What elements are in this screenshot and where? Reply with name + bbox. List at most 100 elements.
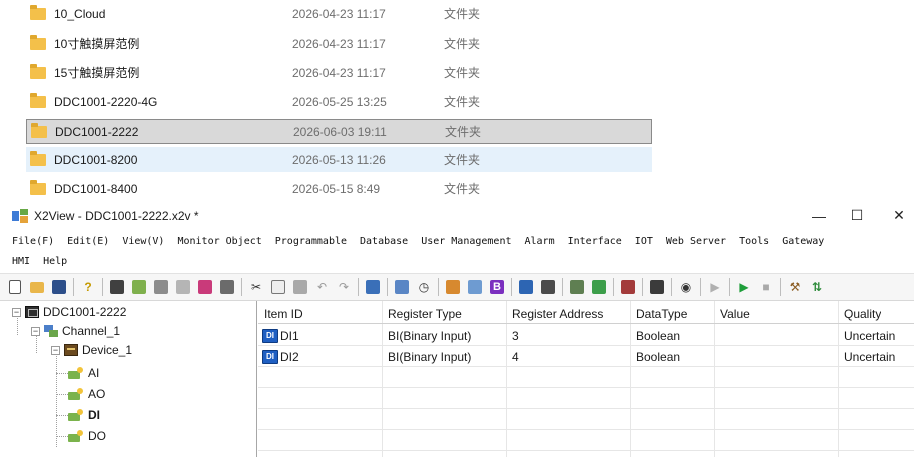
- register-type-cell: BI(Binary Input): [388, 349, 472, 364]
- tree-node-device[interactable]: − Device_1: [51, 341, 132, 359]
- window-icon[interactable]: [539, 278, 557, 296]
- open-folder-icon[interactable]: [28, 278, 46, 296]
- table-row[interactable]: DI DI1 BI(Binary Input) 3 Boolean Uncert…: [258, 325, 914, 346]
- collapse-toggle[interactable]: −: [51, 345, 60, 355]
- undo-icon[interactable]: ↶: [313, 278, 331, 296]
- tree-connector: [56, 351, 57, 447]
- menu-monitor-object[interactable]: Monitor Object: [177, 236, 261, 247]
- file-type: 文件夹: [445, 125, 482, 139]
- file-name: DDC1001-8400: [54, 181, 138, 196]
- alarm-icon[interactable]: [590, 278, 608, 296]
- collapse-toggle[interactable]: −: [12, 307, 21, 317]
- menu-view[interactable]: View(V): [122, 236, 164, 247]
- toolbar-separator: [729, 278, 730, 296]
- menu-programmable[interactable]: Programmable: [275, 236, 347, 247]
- column-header-value[interactable]: Value: [720, 303, 750, 324]
- tree-node-label: Device_1: [82, 343, 133, 357]
- database-icon[interactable]: [466, 278, 484, 296]
- close-button[interactable]: ✕: [876, 202, 914, 229]
- file-row-10-cloud[interactable]: 10_Cloud 2026-04-23 11:17 文件夹: [26, 1, 652, 26]
- cut-icon[interactable]: ✂: [247, 278, 265, 296]
- tree-node-project[interactable]: − DDC1001-2222: [12, 303, 126, 321]
- item-grid: Item ID Register Type Register Address D…: [258, 301, 914, 457]
- tag-group-icon: [68, 430, 84, 442]
- tree-node-ao[interactable]: AO: [68, 385, 105, 403]
- menu-gateway[interactable]: Gateway: [782, 236, 824, 247]
- table-row[interactable]: DI DI2 BI(Binary Input) 4 Boolean Uncert…: [258, 346, 914, 367]
- save-icon[interactable]: [50, 278, 68, 296]
- column-header-register-address[interactable]: Register Address: [512, 303, 603, 324]
- monitor-icon[interactable]: [364, 278, 382, 296]
- menu-database[interactable]: Database: [360, 236, 408, 247]
- script-icon[interactable]: [444, 278, 462, 296]
- maximize-button[interactable]: ☐: [834, 202, 880, 229]
- menu-iot[interactable]: IOT: [635, 236, 653, 247]
- transfer-icon[interactable]: ⇅: [808, 278, 826, 296]
- file-row-ddc1001-8400[interactable]: DDC1001-8400 2026-05-15 8:49 文件夹: [26, 176, 652, 201]
- play-outline-icon[interactable]: ▶: [706, 278, 724, 296]
- clock-icon[interactable]: ◷: [415, 278, 433, 296]
- di-item-icon: DI: [262, 349, 278, 364]
- device-icon[interactable]: [196, 278, 214, 296]
- project-icon: [25, 306, 39, 318]
- column-header-register-type[interactable]: Register Type: [388, 303, 462, 324]
- tree-node-label: DDC1001-2222: [43, 305, 127, 319]
- view-icon[interactable]: ◉: [677, 278, 695, 296]
- window-title: X2View - DDC1001-2222.x2v *: [34, 208, 199, 223]
- menu-interface[interactable]: Interface: [568, 236, 622, 247]
- grid-icon[interactable]: [108, 278, 126, 296]
- menu-file[interactable]: File(F): [12, 236, 54, 247]
- column-header-quality[interactable]: Quality: [844, 303, 881, 324]
- menu-tools[interactable]: Tools: [739, 236, 769, 247]
- tag-group-icon: [68, 388, 84, 400]
- menu-alarm[interactable]: Alarm: [525, 236, 555, 247]
- menu-help[interactable]: Help: [43, 256, 67, 267]
- menu-hmi[interactable]: HMI: [12, 256, 30, 267]
- tools-icon[interactable]: ⚒: [786, 278, 804, 296]
- tree-node-do[interactable]: DO: [68, 427, 106, 445]
- file-date: 2026-05-13 11:26: [292, 152, 386, 167]
- menu-line-1: File(F) Edit(E) View(V) Monitor Object P…: [12, 231, 837, 251]
- stop-icon[interactable]: ■: [757, 278, 775, 296]
- paste-icon[interactable]: [291, 278, 309, 296]
- menu-web-server[interactable]: Web Server: [666, 236, 726, 247]
- properties-icon[interactable]: [174, 278, 192, 296]
- menu-user-management[interactable]: User Management: [421, 236, 511, 247]
- column-header-datatype[interactable]: DataType: [636, 303, 687, 324]
- compile-icon[interactable]: [648, 278, 666, 296]
- tree-node-channel[interactable]: − Channel_1: [31, 322, 120, 340]
- di-item-icon: DI: [262, 328, 278, 343]
- collapse-toggle[interactable]: −: [31, 326, 40, 336]
- copy-icon[interactable]: [269, 278, 287, 296]
- redo-icon[interactable]: ↷: [335, 278, 353, 296]
- file-row-ddc1001-2220-4g[interactable]: DDC1001-2220-4G 2026-05-25 13:25 文件夹: [26, 89, 652, 114]
- users-icon[interactable]: [568, 278, 586, 296]
- tree-node-di[interactable]: DI: [68, 406, 100, 424]
- quality-cell: Uncertain: [844, 328, 896, 343]
- tag-add-icon[interactable]: [130, 278, 148, 296]
- table-icon[interactable]: [152, 278, 170, 296]
- title-bar[interactable]: X2View - DDC1001-2222.x2v * — ☐ ✕: [0, 202, 914, 229]
- new-file-icon[interactable]: [6, 278, 24, 296]
- column-header-item-id[interactable]: Item ID: [264, 303, 303, 324]
- bold-b-icon[interactable]: B: [488, 278, 506, 296]
- datatype-cell: Boolean: [636, 349, 681, 364]
- device-icon: [64, 344, 78, 356]
- file-name: DDC1001-8200: [54, 152, 138, 167]
- file-row-15-touchscreen[interactable]: 15寸触摸屏范例 2026-04-23 11:17 文件夹: [26, 60, 652, 85]
- file-type: 文件夹: [444, 7, 481, 21]
- tree-node-ai[interactable]: AI: [68, 364, 99, 382]
- menu-edit[interactable]: Edit(E): [67, 236, 109, 247]
- settings-icon[interactable]: [218, 278, 236, 296]
- file-row-ddc1001-8200[interactable]: DDC1001-8200 2026-05-13 11:26 文件夹: [26, 147, 652, 172]
- tree-connector: [56, 373, 68, 374]
- tree-connector: [56, 415, 68, 416]
- toolbar-separator: [642, 278, 643, 296]
- file-row-10-touchscreen[interactable]: 10寸触摸屏范例 2026-04-23 11:17 文件夹: [26, 31, 652, 56]
- file-row-ddc1001-2222[interactable]: DDC1001-2222 2026-06-03 19:11 文件夹: [26, 119, 652, 144]
- list-icon[interactable]: [393, 278, 411, 296]
- chart-icon[interactable]: [517, 278, 535, 296]
- run-icon[interactable]: ▶: [735, 278, 753, 296]
- help-icon[interactable]: ?: [79, 278, 97, 296]
- bug-icon[interactable]: [619, 278, 637, 296]
